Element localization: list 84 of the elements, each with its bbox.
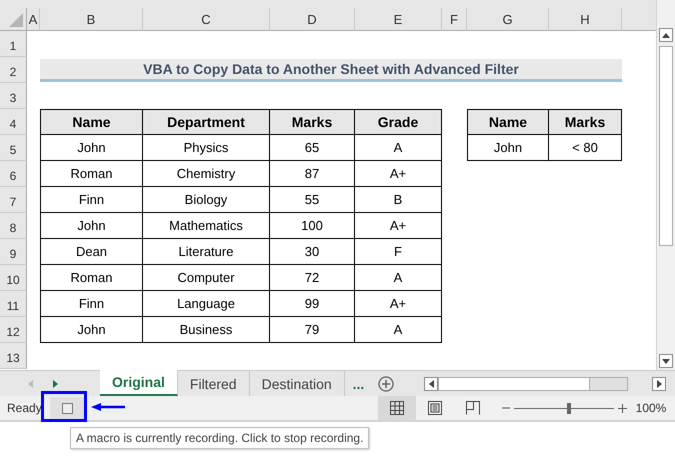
- row-header[interactable]: 13: [0, 343, 27, 369]
- row-header[interactable]: 7: [0, 187, 27, 213]
- row-header[interactable]: 4: [0, 109, 27, 135]
- table-cell: A+: [355, 161, 442, 187]
- vertical-scrollbar[interactable]: [656, 0, 675, 370]
- column-header[interactable]: F: [442, 8, 467, 31]
- highlight-box: [41, 391, 87, 422]
- column-header[interactable]: B: [40, 8, 143, 31]
- table-cell: Roman: [40, 161, 143, 187]
- table-cell: < 80: [549, 135, 622, 161]
- status-text: Ready: [6, 401, 43, 415]
- table-cell: Computer: [143, 265, 270, 291]
- table-cell: Literature: [143, 239, 270, 265]
- table-cell: 79: [270, 317, 355, 343]
- table-cell: Mathematics: [143, 213, 270, 239]
- table-cell: Dean: [40, 239, 143, 265]
- column-heading: Name: [467, 109, 549, 135]
- table-cell: A+: [355, 213, 442, 239]
- column-header[interactable]: E: [355, 8, 442, 31]
- arrow-icon: [91, 403, 125, 411]
- column-header[interactable]: D: [270, 8, 355, 31]
- table-cell: F: [355, 239, 442, 265]
- table-cell: A: [355, 135, 442, 161]
- column-heading: Marks: [270, 109, 355, 135]
- table-cell: Finn: [40, 291, 143, 317]
- table-cell: A+: [355, 291, 442, 317]
- row-header[interactable]: 10: [0, 265, 27, 291]
- table-cell: Biology: [143, 187, 270, 213]
- more-sheets[interactable]: ...: [344, 371, 372, 396]
- scroll-up-icon[interactable]: [662, 32, 670, 38]
- row-header[interactable]: 2: [0, 57, 27, 83]
- table-cell: 100: [270, 213, 355, 239]
- row-header[interactable]: 12: [0, 317, 27, 343]
- table-cell: 99: [270, 291, 355, 317]
- row-header[interactable]: 8: [0, 213, 27, 239]
- horizontal-scrollbar[interactable]: [438, 376, 628, 390]
- stop-recording-button[interactable]: [50, 397, 84, 419]
- row-header[interactable]: 3: [0, 83, 27, 109]
- normal-view-icon: [390, 401, 404, 415]
- table-cell: John: [467, 135, 549, 161]
- stop-icon: [62, 402, 72, 414]
- column-heading: Department: [143, 109, 270, 135]
- row-header[interactable]: 1: [0, 31, 27, 57]
- column-header[interactable]: A: [27, 8, 40, 31]
- table-cell: John: [40, 317, 143, 343]
- table-cell: 55: [270, 187, 355, 213]
- row-header[interactable]: 6: [0, 161, 27, 187]
- zoom-in-icon[interactable]: [618, 404, 627, 412]
- table-cell: Business: [143, 317, 270, 343]
- view-button[interactable]: [378, 396, 416, 420]
- table-cell: John: [40, 213, 143, 239]
- tooltip: A macro is currently recording. Click to stop recording.: [70, 427, 370, 449]
- table-cell: John: [40, 135, 143, 161]
- next-sheet-icon[interactable]: [53, 380, 58, 388]
- column-heading: Name: [40, 109, 143, 135]
- add-sheet-icon[interactable]: [378, 376, 394, 392]
- sheet-title: VBA to Copy Data to Another Sheet with Advanced Filter: [40, 59, 622, 82]
- table-cell: Roman: [40, 265, 143, 291]
- column-header[interactable]: G: [467, 8, 549, 31]
- table-cell: Finn: [40, 187, 143, 213]
- column-header[interactable]: H: [549, 8, 622, 31]
- table-cell: Language: [143, 291, 270, 317]
- scroll-down-icon[interactable]: [662, 358, 670, 364]
- zoom-level[interactable]: 100%: [627, 401, 675, 415]
- table-cell: 87: [270, 161, 355, 187]
- row-header[interactable]: 9: [0, 239, 27, 265]
- page-break-icon: [466, 401, 480, 415]
- column-header[interactable]: C: [143, 8, 270, 31]
- column-heading: Grade: [355, 109, 442, 135]
- table-cell: B: [355, 187, 442, 213]
- row-header[interactable]: 11: [0, 291, 27, 317]
- table-cell: Physics: [143, 135, 270, 161]
- table-cell: 72: [270, 265, 355, 291]
- scroll-right-icon[interactable]: [656, 380, 662, 388]
- table-cell: 30: [270, 239, 355, 265]
- column-heading: Marks: [549, 109, 622, 135]
- page-layout-icon: [428, 401, 442, 415]
- row-header[interactable]: 5: [0, 135, 27, 161]
- table-cell: A: [355, 265, 442, 291]
- table-cell: A: [355, 317, 442, 343]
- sheet-tab[interactable]: Original: [100, 370, 178, 396]
- table-cell: 65: [270, 135, 355, 161]
- table-cell: Chemistry: [143, 161, 270, 187]
- scroll-left-icon[interactable]: [428, 380, 434, 388]
